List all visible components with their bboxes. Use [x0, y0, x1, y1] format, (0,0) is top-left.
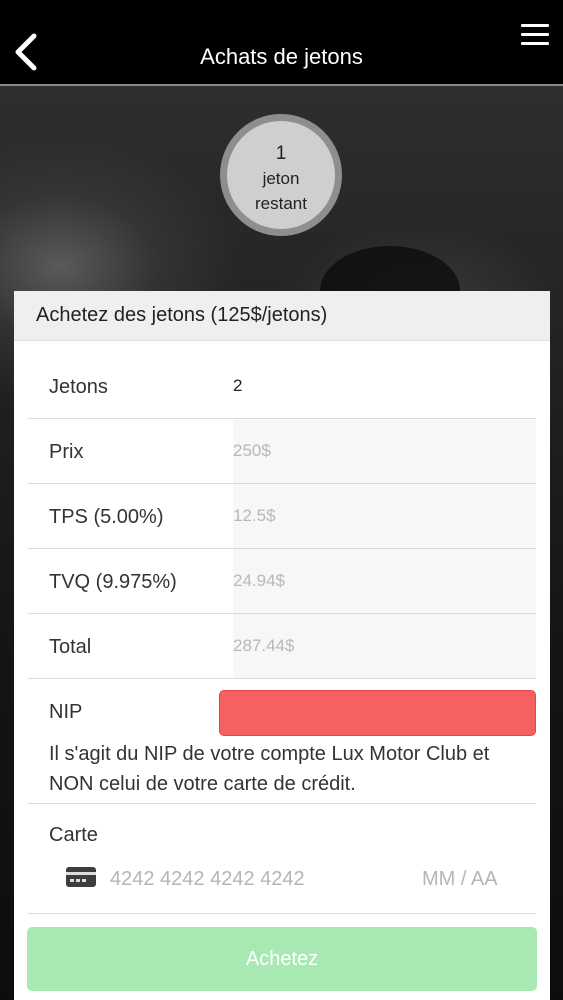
buy-button[interactable]: Achetez	[27, 927, 537, 991]
nip-input[interactable]	[219, 690, 536, 736]
row-total: Total 287.44$	[28, 614, 536, 679]
tokens-label-line2: restant	[255, 194, 307, 213]
credit-card-icon	[66, 867, 96, 887]
row-prix: Prix 250$	[28, 419, 536, 484]
form-header: Achetez des jetons (125$/jetons)	[14, 291, 550, 341]
divider	[28, 803, 536, 804]
tokens-count: 1	[275, 143, 287, 164]
page-title: Achats de jetons	[200, 44, 363, 69]
prix-value: 250$	[233, 419, 536, 483]
purchase-form: Achetez des jetons (125$/jetons) Jetons …	[14, 291, 550, 1000]
tokens-remaining-badge: 1 jeton restant	[220, 114, 342, 236]
total-value: 287.44$	[233, 614, 536, 678]
nip-label: NIP	[49, 701, 83, 723]
card-number-input[interactable]: 4242 4242 4242 4242	[110, 868, 305, 891]
jetons-input[interactable]: 2	[233, 354, 536, 418]
row-jetons: Jetons 2	[28, 354, 536, 419]
prix-label: Prix	[49, 441, 84, 463]
divider	[28, 913, 536, 914]
row-tps: TPS (5.00%) 12.5$	[28, 484, 536, 549]
tvq-value: 24.94$	[233, 549, 536, 613]
tps-label: TPS (5.00%)	[49, 506, 164, 528]
tvq-label: TVQ (9.975%)	[49, 571, 177, 593]
carte-label: Carte	[49, 824, 98, 846]
tps-value: 12.5$	[233, 484, 536, 548]
total-label: Total	[49, 636, 92, 658]
nip-help-text: Il s'agit du NIP de votre compte Lux Mot…	[49, 743, 490, 795]
tokens-label-line1: jeton	[262, 169, 300, 188]
row-tvq: TVQ (9.975%) 24.94$	[28, 549, 536, 614]
jetons-label: Jetons	[49, 376, 108, 398]
card-expiry-input[interactable]: MM / AA	[422, 868, 498, 891]
nav-bar: Achats de jetons	[0, 0, 563, 86]
hamburger-menu-icon[interactable]	[521, 24, 549, 46]
